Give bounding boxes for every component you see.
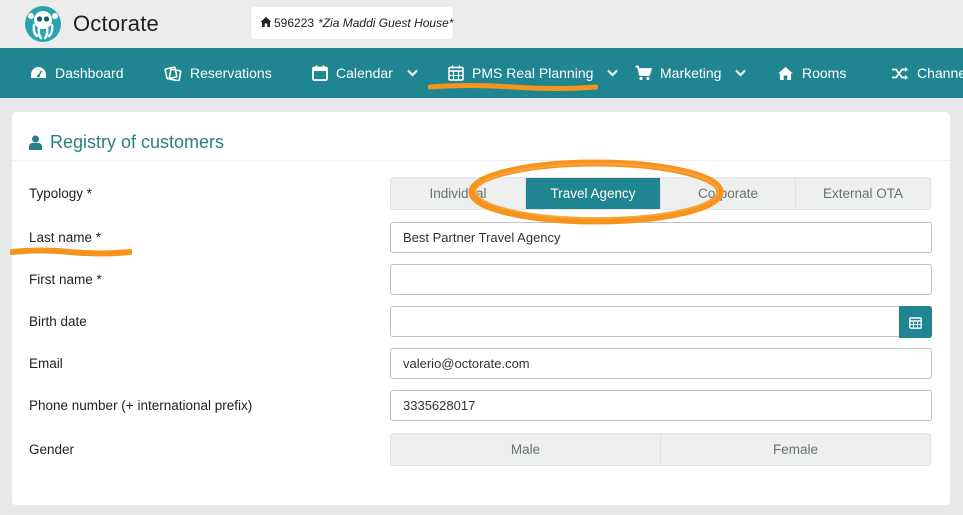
phone-field[interactable] [390, 390, 932, 421]
chevron-down-icon [407, 69, 418, 77]
email-field[interactable] [390, 348, 932, 379]
reservations-icon [164, 66, 182, 81]
chevron-down-icon [735, 69, 747, 77]
last-name-field[interactable] [390, 222, 932, 253]
nav-label: Calendar [336, 65, 393, 81]
brand-name[interactable]: Octorate [73, 11, 159, 37]
birth-date-label: Birth date [29, 314, 87, 329]
nav-item-calendar[interactable]: Calendar [312, 48, 418, 98]
chevron-down-icon [607, 69, 619, 77]
calendar-icon [909, 316, 922, 329]
last-name-label: Last name * [29, 230, 102, 245]
panel-title: Registry of customers [29, 132, 224, 153]
home-icon [778, 66, 793, 80]
shuffle-icon [892, 66, 908, 80]
nav-label: Channel [917, 65, 963, 81]
nav-label: Reservations [190, 65, 272, 81]
birth-date-picker-button[interactable] [899, 306, 932, 338]
typology-label: Typology * [29, 186, 93, 201]
nav-label: PMS Real Planning [472, 65, 594, 81]
birth-date-field[interactable] [390, 306, 900, 337]
first-name-label: First name * [29, 272, 102, 287]
highlight-ellipse-travel-agency [468, 159, 724, 225]
nav-item-reservations[interactable]: Reservations [164, 48, 272, 98]
first-name-field[interactable] [390, 264, 932, 295]
phone-label: Phone number (+ international prefix) [29, 398, 253, 413]
cart-icon [635, 65, 652, 81]
nav-item-channel[interactable]: Channel [891, 48, 963, 98]
top-bar: Octorate 596223 *Zia Maddi Guest House* [0, 0, 963, 48]
property-id: 596223 [274, 16, 315, 30]
home-icon [260, 17, 272, 27]
gender-label: Gender [29, 442, 75, 457]
nav-label: Dashboard [55, 65, 124, 81]
nav-item-rooms[interactable]: Rooms [777, 48, 846, 98]
gender-selector[interactable]: Male Female [390, 433, 931, 466]
highlight-underline-last-name [10, 247, 132, 257]
email-label: Email [29, 356, 63, 371]
nav-item-marketing[interactable]: Marketing [635, 48, 747, 98]
dashboard-icon [31, 66, 46, 78]
highlight-underline-pms [428, 83, 598, 91]
calendar-grid-icon [448, 65, 464, 81]
property-selector[interactable]: 596223 *Zia Maddi Guest House* [251, 7, 453, 39]
calendar-icon [312, 65, 328, 81]
gender-option-male[interactable]: Male [391, 434, 661, 465]
panel-title-text: Registry of customers [50, 132, 225, 152]
nav-label: Marketing [660, 65, 722, 81]
nav-item-dashboard[interactable]: Dashboard [30, 48, 124, 98]
gender-option-female[interactable]: Female [661, 434, 930, 465]
user-icon [29, 135, 42, 150]
nav-label: Rooms [802, 65, 847, 81]
property-name: *Zia Maddi Guest House* [318, 16, 454, 30]
octopus-logo-icon[interactable] [24, 5, 62, 43]
typology-option-external-ota[interactable]: External OTA [796, 178, 930, 209]
